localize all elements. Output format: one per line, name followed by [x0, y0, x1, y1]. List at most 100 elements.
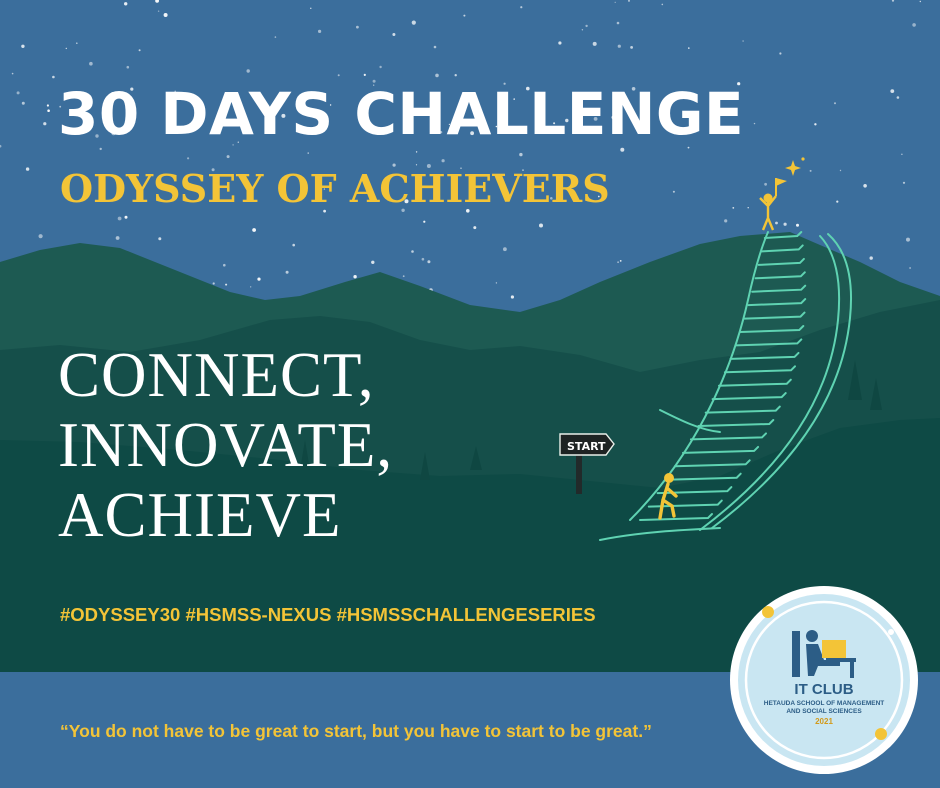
motto-line-innovate: INNOVATE, [58, 410, 394, 480]
star [363, 73, 366, 76]
page-title: 30 DAYS CHALLENGE [58, 80, 745, 148]
star [747, 207, 749, 209]
star [630, 46, 633, 49]
star [371, 260, 375, 264]
star [353, 275, 357, 279]
star [890, 89, 895, 93]
star [614, 1, 616, 3]
star [463, 14, 466, 17]
star [688, 47, 690, 49]
star [307, 152, 309, 154]
star [764, 182, 767, 186]
star [558, 41, 562, 45]
star [421, 257, 425, 261]
star [212, 282, 215, 285]
logo-club-name: IT CLUB [794, 681, 853, 698]
star [617, 44, 621, 48]
star [16, 91, 20, 95]
star [732, 207, 735, 209]
star [187, 157, 190, 160]
star [510, 295, 514, 299]
quote: “You do not have to be great to start, b… [60, 721, 652, 741]
star [46, 104, 50, 107]
star [902, 181, 906, 184]
star [99, 147, 102, 151]
star [814, 123, 817, 126]
star [836, 200, 839, 203]
star [620, 147, 625, 152]
star [274, 36, 277, 38]
motto-line-connect: CONNECT, [58, 340, 375, 410]
hashtags: #ODYSSEY30 #HSMSS-NEXUS #HSMSSCHALLENGES… [60, 604, 596, 625]
star [863, 184, 867, 188]
star [138, 49, 141, 52]
star [392, 33, 396, 36]
star [52, 75, 55, 79]
star [285, 270, 289, 274]
star [495, 282, 498, 284]
star [661, 3, 664, 6]
star [672, 190, 675, 193]
star [38, 234, 43, 239]
star [441, 159, 445, 163]
challenge-poster: START IT CLUB HETAUDA SCHOOL OF MANAGEME… [0, 0, 940, 788]
star [21, 44, 25, 48]
star [753, 122, 756, 125]
star [519, 152, 523, 157]
star [43, 122, 47, 126]
star [503, 247, 507, 252]
star [318, 29, 322, 33]
motto-line-achieve: ACHIEVE [58, 480, 342, 550]
logo-org-line-1: HETAUDA SCHOOL OF MANAGEMENT [764, 700, 885, 707]
star [158, 237, 162, 241]
star [796, 223, 799, 227]
star [226, 155, 230, 159]
star [76, 42, 78, 44]
star [21, 101, 25, 105]
star [89, 61, 93, 66]
star [628, 0, 630, 2]
star [124, 215, 128, 219]
star [402, 275, 405, 278]
star [115, 236, 120, 240]
star [356, 25, 359, 29]
star [47, 109, 50, 112]
star [783, 222, 787, 226]
star [619, 260, 622, 262]
star [225, 283, 228, 286]
star [742, 40, 744, 42]
star [423, 220, 426, 223]
star [839, 169, 842, 172]
star [310, 7, 312, 9]
star [124, 2, 128, 6]
star [834, 102, 836, 105]
star [65, 47, 68, 50]
star [163, 13, 168, 17]
star [223, 263, 226, 267]
star [912, 23, 916, 27]
star [11, 72, 14, 75]
star [157, 10, 160, 12]
star [411, 20, 416, 25]
star [435, 73, 439, 78]
star [379, 65, 382, 69]
star [724, 219, 728, 223]
star [779, 52, 782, 55]
star [415, 151, 418, 153]
signpost-label: START [567, 440, 606, 453]
motto: CONNECT, INNOVATE, ACHIEVE [58, 340, 393, 550]
star [592, 41, 597, 46]
it-club-logo: IT CLUB HETAUDA SCHOOL OF MANAGEMENT AND… [730, 586, 918, 774]
star [869, 256, 873, 260]
star [337, 74, 340, 77]
poster-subtitle: ODYSSEY OF ACHIEVERS [60, 166, 610, 211]
star [250, 286, 252, 288]
star [906, 237, 910, 242]
logo-year: 2021 [815, 717, 833, 726]
star [473, 226, 477, 230]
star [896, 96, 900, 99]
star [809, 169, 812, 172]
star [775, 221, 778, 225]
star [539, 223, 543, 228]
star [427, 260, 431, 264]
